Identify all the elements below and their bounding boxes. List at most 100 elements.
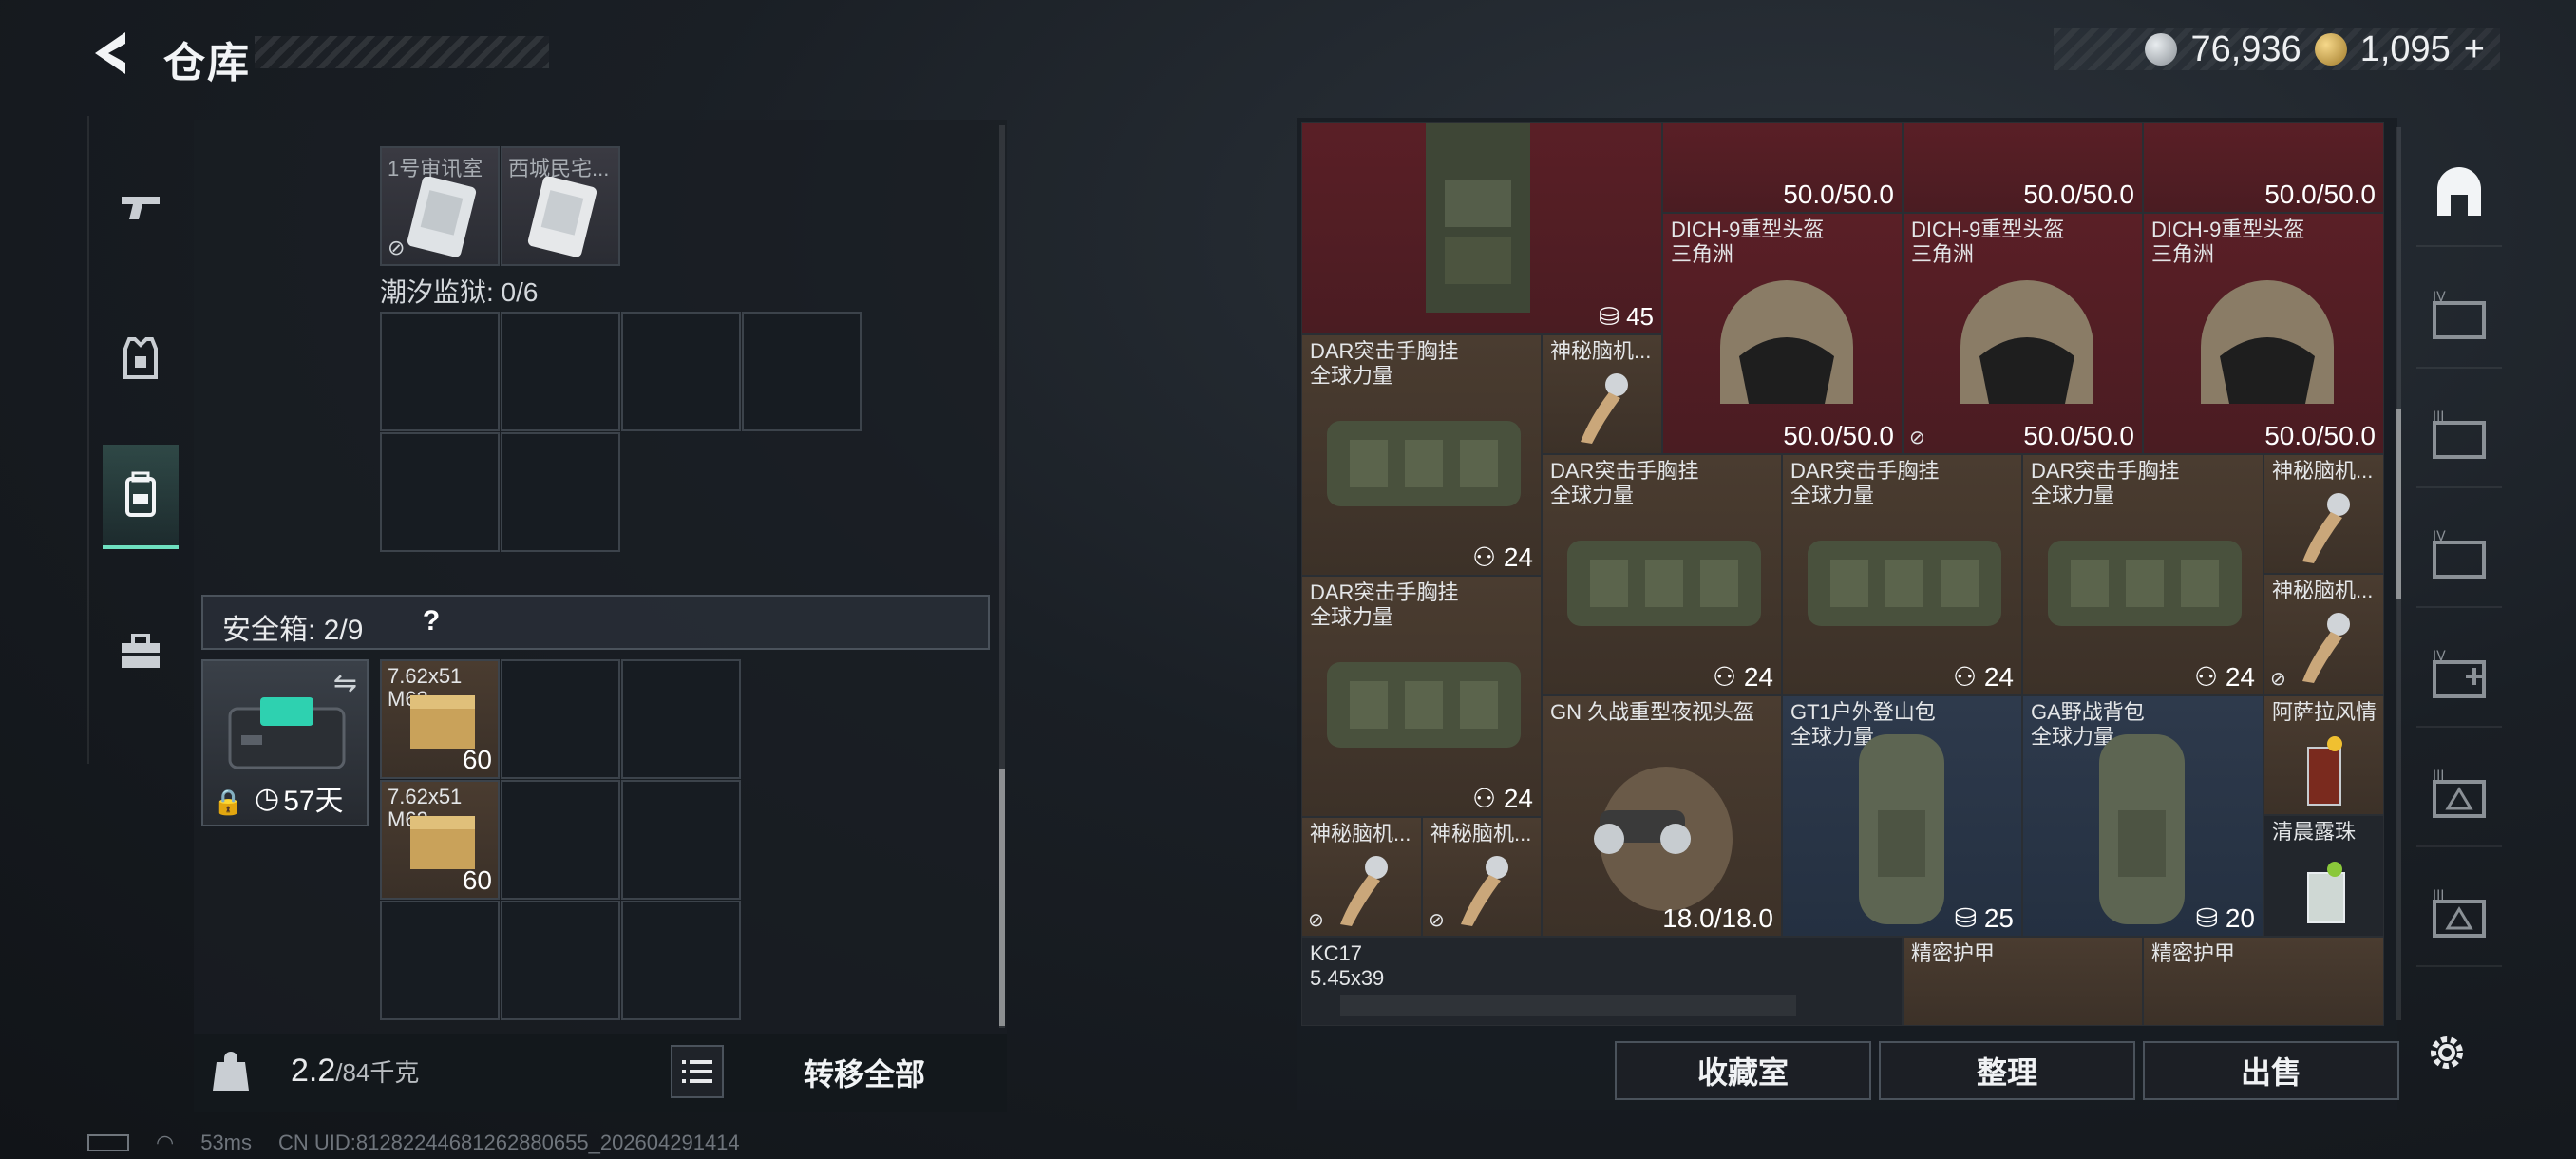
empty-slot[interactable] bbox=[380, 432, 500, 552]
tab-iv-gallery[interactable]: IV bbox=[2416, 264, 2502, 369]
nav-backpack[interactable] bbox=[103, 445, 179, 549]
item-title: DAR突击手胸挂 bbox=[1550, 459, 1699, 483]
empty-slot[interactable] bbox=[742, 312, 862, 431]
item-weight: ⚇ 24 bbox=[2193, 662, 2255, 692]
item-name: DICH-9重型头盔 三角洲 bbox=[1671, 218, 1824, 267]
back-button[interactable] bbox=[87, 27, 137, 80]
tab-iii-delta-2[interactable]: III bbox=[2416, 863, 2502, 967]
settings-button[interactable] bbox=[2416, 1022, 2477, 1083]
empty-slot[interactable] bbox=[501, 901, 620, 1020]
left-scrollbar-thumb[interactable] bbox=[999, 770, 1005, 1026]
grid-item-helmet[interactable]: 50.0/50.0 bbox=[1903, 122, 2143, 213]
grid-item-helmet[interactable]: 50.0/50.0 bbox=[2143, 122, 2384, 213]
item-durability: 50.0/50.0 bbox=[1783, 421, 1894, 450]
brain-chip-icon bbox=[1581, 373, 1628, 444]
tab-iv-folder-icon: IV bbox=[2433, 529, 2486, 579]
item-faction: 全球力量 bbox=[1310, 605, 1394, 629]
nav-toolbox[interactable] bbox=[103, 598, 179, 703]
chest-rig-icon bbox=[2048, 541, 2242, 626]
svg-text:IV: IV bbox=[2433, 649, 2446, 664]
grid-item-brain-chip[interactable]: 神秘脑机... ⊘ bbox=[2263, 574, 2384, 695]
grid-item-dich9-helmet[interactable]: DICH-9重型头盔 三角洲 ⊘ 50.0/50.0 bbox=[1903, 213, 2143, 454]
grid-item-gt1-backpack[interactable]: GT1户外登山包 全球力量 ⛁ 25 bbox=[1782, 695, 2022, 937]
empty-slot[interactable] bbox=[621, 312, 741, 431]
tab-iii-delta[interactable]: III bbox=[2416, 743, 2502, 847]
weight-icon bbox=[211, 1049, 251, 1092]
storage-scrollbar-thumb[interactable] bbox=[2396, 408, 2401, 598]
grid-item-dar-chest-rig[interactable]: DAR突击手胸挂 全球力量 ⚇ 24 bbox=[1301, 576, 1542, 817]
sell-button[interactable]: 出售 bbox=[2143, 1041, 2399, 1100]
grid-item-dar-chest-rig[interactable]: DAR突击手胸挂 全球力量 ⚇ 24 bbox=[1301, 334, 1542, 576]
grid-item-helmet[interactable]: 50.0/50.0 bbox=[1662, 122, 1903, 213]
item-name: DAR突击手胸挂 全球力量 bbox=[1550, 459, 1698, 508]
transfer-all-button[interactable]: 转移全部 bbox=[731, 1041, 997, 1104]
swap-icon[interactable]: ⇋ bbox=[333, 667, 357, 700]
empty-slot[interactable] bbox=[621, 780, 741, 900]
tab-iii-gallery-icon: III bbox=[2433, 409, 2486, 459]
list-view-button[interactable] bbox=[671, 1045, 724, 1098]
helmet-icon bbox=[1720, 280, 1853, 404]
grid-item-brain-chip[interactable]: 神秘脑机... ⊘ bbox=[1301, 817, 1422, 937]
title-decoration bbox=[255, 36, 549, 68]
tab-iii-gallery[interactable]: III bbox=[2416, 384, 2502, 488]
item-weight-value: 24 bbox=[1503, 542, 1533, 572]
ammo-762-m62[interactable]: 7.62x51 M62 60 bbox=[380, 780, 500, 900]
grid-item-dich9-helmet[interactable]: DICH-9重型头盔 三角洲 50.0/50.0 bbox=[1662, 213, 1903, 454]
wifi-icon: ◠ bbox=[156, 1130, 175, 1154]
tab-iv-add[interactable]: IV bbox=[2416, 623, 2502, 728]
item-name: 精密护甲 bbox=[1911, 941, 1996, 965]
empty-slot[interactable] bbox=[621, 901, 741, 1020]
grid-item-dar-chest-rig[interactable]: DAR突击手胸挂 全球力量 ⚇ 24 bbox=[1542, 454, 1782, 695]
svg-text:III: III bbox=[2433, 769, 2444, 784]
grid-item-morning-dew-drink[interactable]: 清晨露珠 bbox=[2263, 815, 2384, 937]
grid-item-precision-armor[interactable]: 精密护甲 bbox=[1903, 937, 2143, 1026]
add-currency-button[interactable]: + bbox=[2464, 29, 2485, 70]
weight-current: 2.2 bbox=[291, 1053, 336, 1089]
item-name: 神秘脑机... bbox=[1550, 339, 1652, 363]
item-name: 神秘脑机... bbox=[1430, 822, 1532, 846]
gear-icon bbox=[2431, 1036, 2463, 1069]
grid-item-gn-nvg-helmet[interactable]: GN 久战重型夜视头盔 18.0/18.0 bbox=[1542, 695, 1782, 937]
grid-item-asara-drink[interactable]: 阿萨拉风情 bbox=[2263, 695, 2384, 815]
grid-item-ga-backpack[interactable]: GA野战背包 全球力量 ⛁ 20 bbox=[2022, 695, 2263, 937]
grid-item-brain-chip[interactable]: 神秘脑机... ⊘ bbox=[1422, 817, 1542, 937]
empty-slot[interactable] bbox=[501, 312, 620, 431]
nav-equipment[interactable] bbox=[103, 306, 179, 410]
tab-iv-folder[interactable]: IV bbox=[2416, 504, 2502, 608]
chest-rig-icon bbox=[1567, 541, 1761, 626]
empty-slot[interactable] bbox=[380, 312, 500, 431]
empty-slot[interactable] bbox=[501, 780, 620, 900]
empty-slot[interactable] bbox=[501, 659, 620, 779]
item-name: 阿萨拉风情 bbox=[2272, 700, 2377, 724]
grid-item-precision-armor[interactable]: 精密护甲 bbox=[2143, 937, 2384, 1026]
item-west-residence-card[interactable]: 西城民宅... bbox=[501, 146, 620, 266]
grid-item-brain-chip[interactable]: 神秘脑机... bbox=[1542, 334, 1662, 454]
safe-box-card[interactable]: ⇋ 🔒 ◷ 57天 bbox=[201, 659, 369, 826]
collection-room-button[interactable]: 收藏室 bbox=[1615, 1041, 1871, 1100]
help-button[interactable]: ? bbox=[412, 602, 450, 640]
grid-item-dar-chest-rig[interactable]: DAR突击手胸挂 全球力量 ⚇ 24 bbox=[2022, 454, 2263, 695]
tab-iii-delta-icon: III bbox=[2433, 769, 2486, 818]
ammo-762-m62[interactable]: 7.62x51 M62 60 bbox=[380, 659, 500, 779]
grid-item-brain-chip[interactable]: 神秘脑机... bbox=[2263, 454, 2384, 574]
tab-iii-delta-2-icon: III bbox=[2433, 888, 2486, 938]
item-interrogation-room-card[interactable]: 1号审讯室 ⊘ bbox=[380, 146, 500, 266]
weight-max: /84千克 bbox=[335, 1058, 420, 1087]
empty-slot[interactable] bbox=[380, 901, 500, 1020]
grid-item-kc17-rifle[interactable]: KC17 5.45x39 bbox=[1301, 937, 1903, 1026]
item-name: DAR突击手胸挂 全球力量 bbox=[1310, 580, 1458, 630]
organize-button[interactable]: 整理 bbox=[1879, 1041, 2135, 1100]
item-name: DICH-9重型头盔 三角洲 bbox=[2151, 218, 2304, 267]
grid-item-tactical-vest[interactable]: ⛁ 45 bbox=[1301, 122, 1662, 334]
empty-slot[interactable] bbox=[501, 432, 620, 552]
item-faction: 全球力量 bbox=[1310, 364, 1394, 388]
item-faction: 全球力量 bbox=[2031, 484, 2115, 507]
backpack-item-icon bbox=[2099, 734, 2185, 924]
grid-item-dich9-helmet[interactable]: DICH-9重型头盔 三角洲 50.0/50.0 bbox=[2143, 213, 2384, 454]
ping-text: 53ms bbox=[200, 1130, 252, 1154]
empty-slot[interactable] bbox=[621, 659, 741, 779]
nav-weapons[interactable] bbox=[103, 154, 179, 258]
svg-text:IV: IV bbox=[2433, 290, 2446, 305]
grid-item-dar-chest-rig[interactable]: DAR突击手胸挂 全球力量 ⚇ 24 bbox=[1782, 454, 2022, 695]
tab-vault[interactable] bbox=[2416, 142, 2502, 247]
